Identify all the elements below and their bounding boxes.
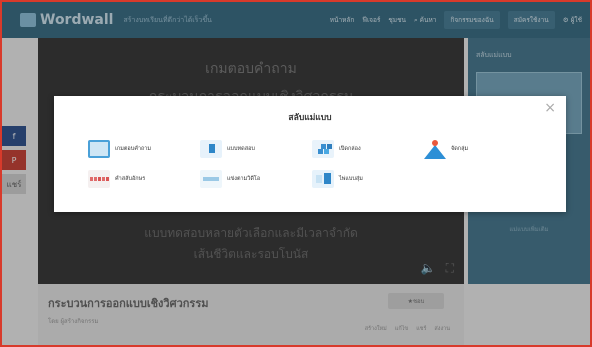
template-match-up[interactable]: แบบทดสอบ — [200, 140, 255, 158]
group-sort-icon — [424, 140, 446, 159]
quiz-icon — [88, 140, 110, 158]
template-label: จัดกลุ่ม — [451, 146, 469, 152]
match-up-icon — [200, 140, 222, 158]
template-open-box[interactable]: เปิดกล่อง — [312, 140, 361, 158]
random-cards-icon — [312, 170, 334, 188]
template-label: แข่งตามวิดีโอ — [227, 176, 261, 182]
template-random-cards[interactable]: ไพ่แบบสุ่ม — [312, 170, 363, 188]
template-label: ไพ่แบบสุ่ม — [339, 176, 363, 182]
template-match-pairs[interactable]: แข่งตามวิดีโอ — [200, 170, 260, 188]
open-box-icon — [312, 140, 334, 158]
template-label: แบบทดสอบ — [227, 146, 255, 152]
close-icon[interactable]: × — [544, 100, 556, 116]
anagram-icon — [88, 170, 110, 188]
template-anagram[interactable]: คำสลับอักษร — [88, 170, 145, 188]
dialog-title: สลับแม่แบบ — [288, 113, 332, 123]
template-label: คำสลับอักษร — [115, 176, 146, 182]
template-quiz[interactable]: เกมตอบคำถาม — [88, 140, 151, 158]
template-label: เปิดกล่อง — [339, 146, 361, 152]
template-group-sort[interactable]: จัดกลุ่ม — [424, 140, 469, 159]
template-label: เกมตอบคำถาม — [115, 146, 152, 152]
switch-template-dialog: สลับแม่แบบ × เกมตอบคำถาม แบบทดสอบ เปิดกล… — [54, 96, 566, 212]
match-pairs-icon — [200, 170, 222, 188]
